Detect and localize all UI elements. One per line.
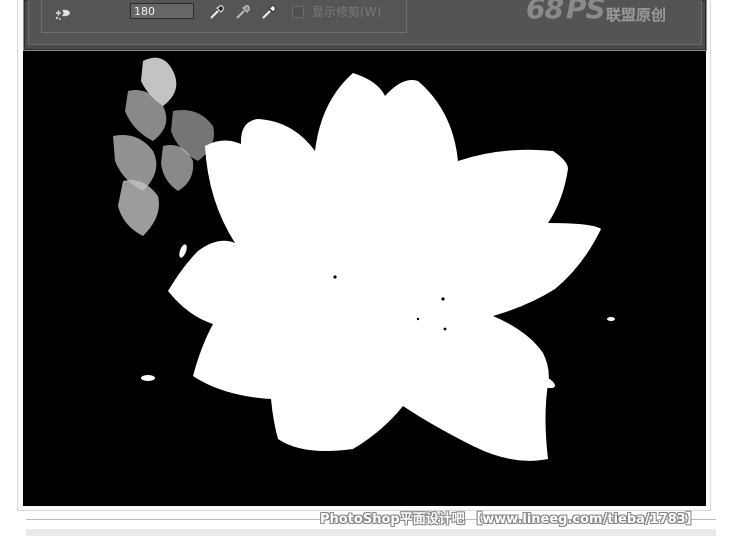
- eyedropper-black-icon[interactable]: [208, 3, 226, 21]
- footer-bar: [26, 529, 716, 536]
- show-clip-label: 显示修剪(W): [312, 5, 382, 19]
- show-clip-checkbox[interactable]: [292, 6, 304, 18]
- logo-ps: PS: [566, 0, 606, 25]
- logo-number: 68: [526, 0, 564, 25]
- eyedropper-gray-icon[interactable]: [234, 3, 252, 21]
- caption-watermark: PhotoShop平面设计吧 【www.lineeg.com/tieba/178…: [320, 512, 699, 527]
- levels-value-input[interactable]: 180: [130, 3, 194, 19]
- flower-mask-image: [23, 51, 706, 506]
- refine-brush-icon[interactable]: [53, 4, 73, 22]
- logo-text: 联盟原创: [606, 6, 667, 24]
- image-canvas[interactable]: [23, 51, 706, 506]
- watermark-logo: 68 PS 联盟原创: [526, 0, 671, 25]
- eyedropper-white-icon[interactable]: [260, 3, 278, 21]
